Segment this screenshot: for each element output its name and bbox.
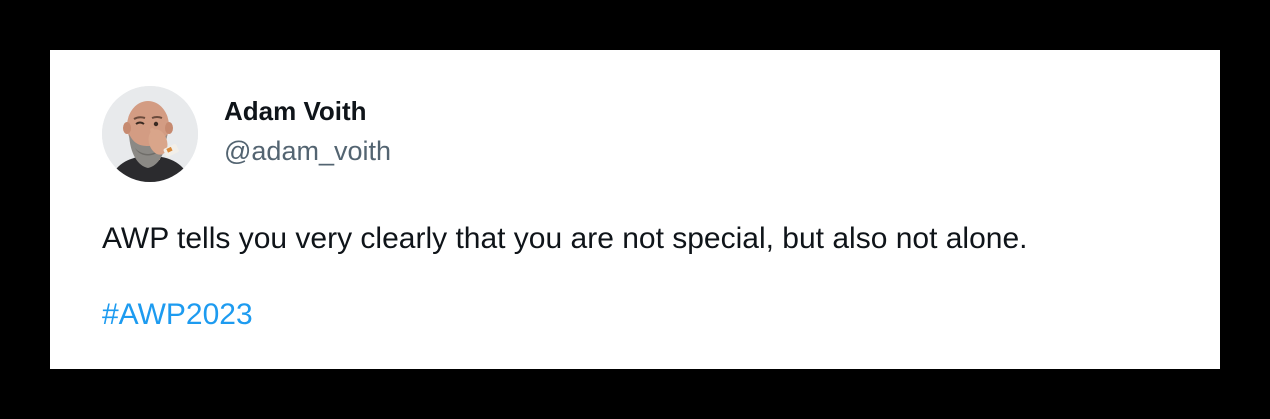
hashtag-link[interactable]: #AWP2023 bbox=[102, 295, 253, 335]
author-display-name[interactable]: Adam Voith bbox=[224, 94, 367, 128]
author-handle[interactable]: @adam_voith bbox=[224, 134, 391, 168]
tweet-card: Adam Voith @adam_voith AWP tells you ver… bbox=[50, 50, 1220, 369]
avatar-photo-icon bbox=[102, 86, 198, 182]
tweet-text: AWP tells you very clearly that you are … bbox=[102, 222, 1028, 255]
author-avatar[interactable] bbox=[102, 86, 198, 182]
